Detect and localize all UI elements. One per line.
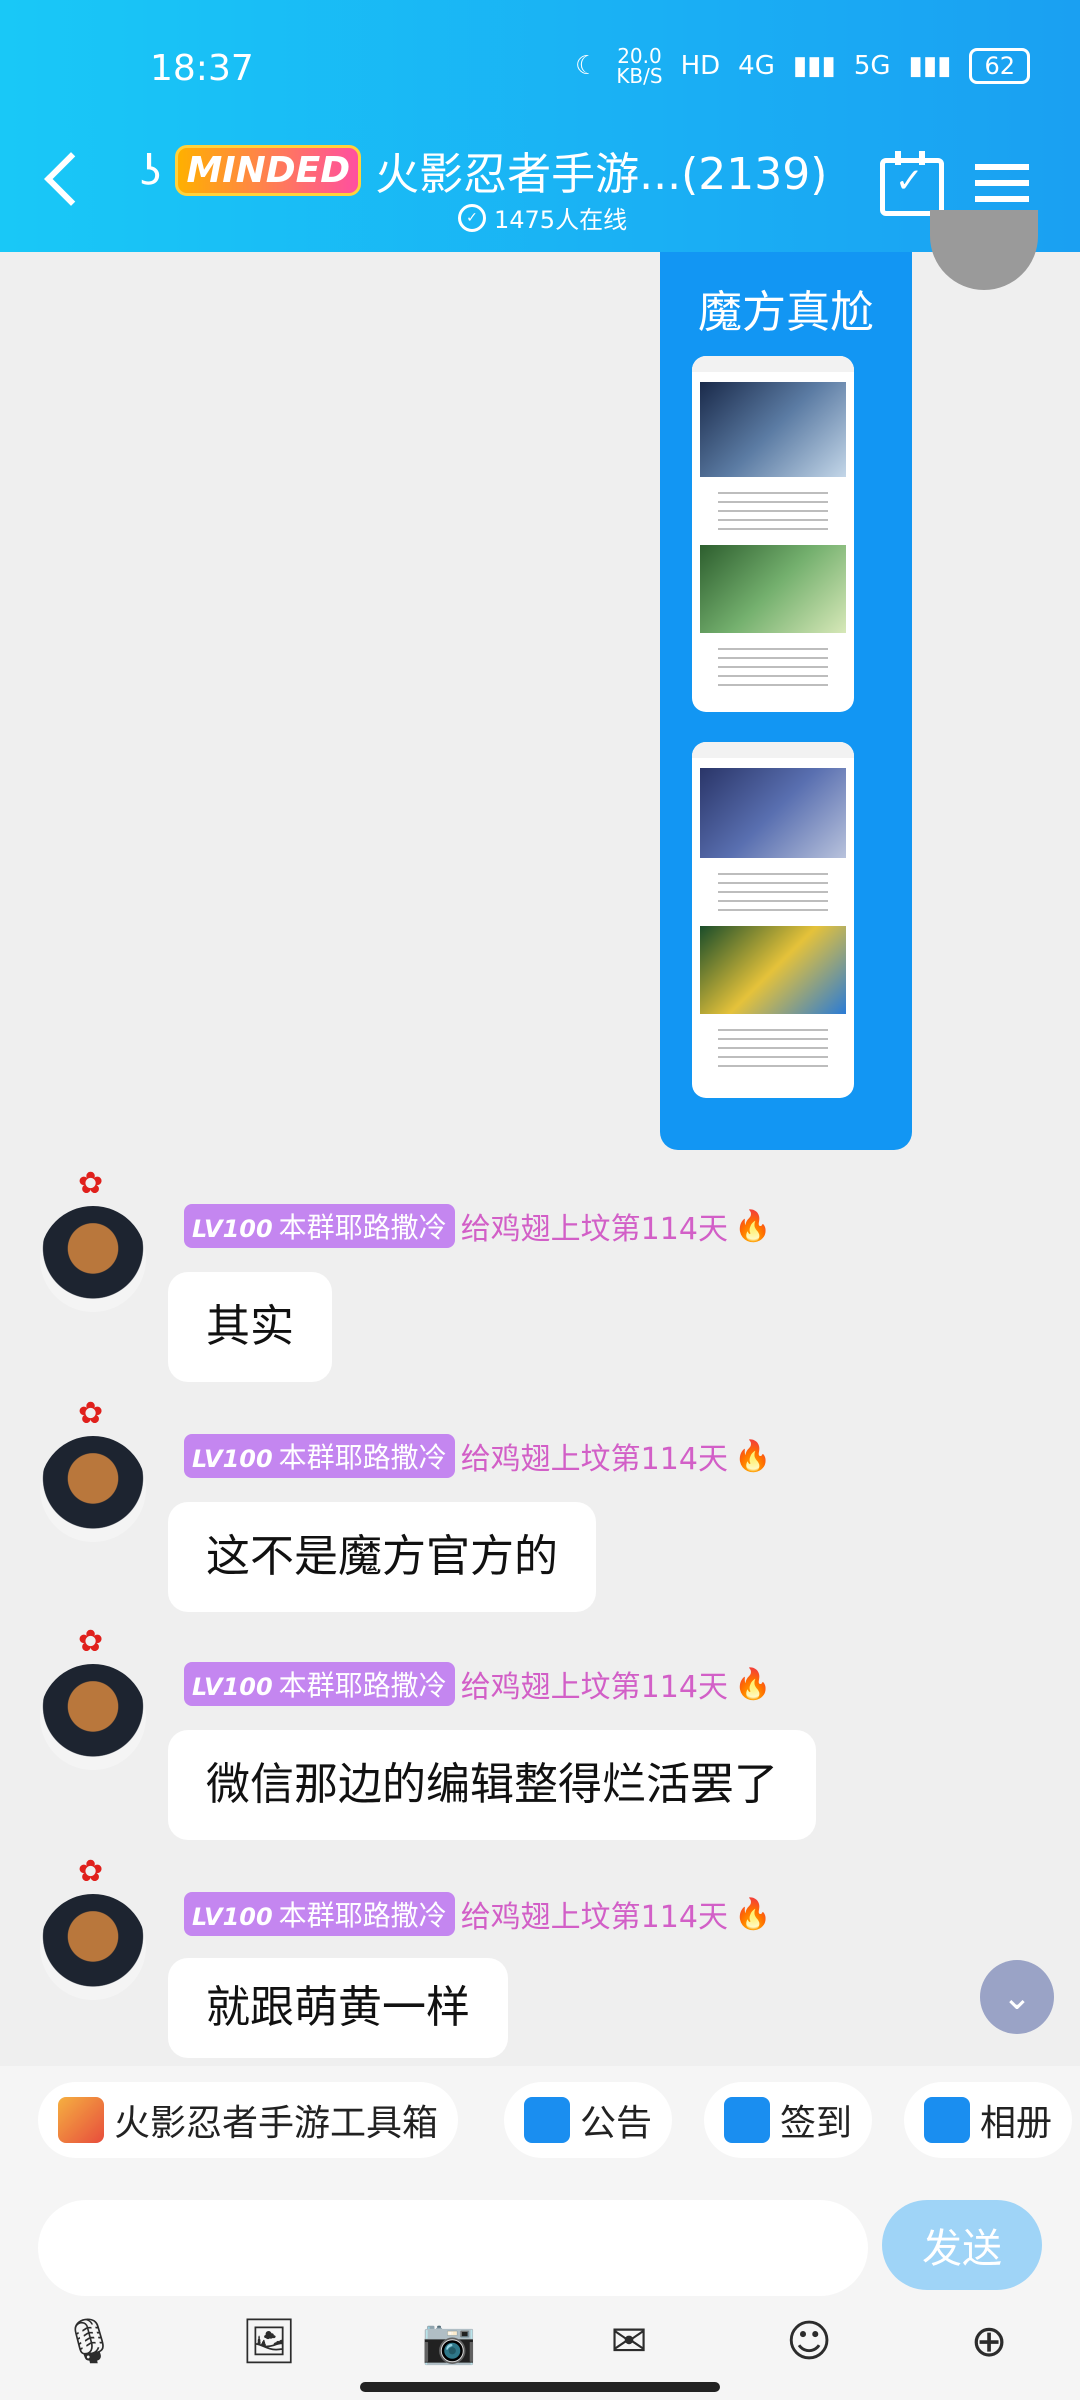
toolbox-icon (58, 2097, 104, 2143)
toolbox-chip[interactable]: 火影忍者手游工具箱 (38, 2082, 459, 2158)
quick-actions-bar: 火影忍者手游工具箱 公告 签到 相册 (0, 2066, 1080, 2186)
battery-indicator: 62 (969, 48, 1030, 84)
checkin-chip[interactable]: 签到 (704, 2082, 873, 2158)
flower-icon: ✿ (78, 1166, 104, 1201)
ear-icon: ʖ (140, 145, 162, 195)
back-icon[interactable] (44, 152, 98, 206)
flower-icon: ✿ (78, 1624, 104, 1659)
microphone-icon[interactable]: 🎙 (56, 2308, 122, 2374)
screenshot-image[interactable] (692, 356, 854, 712)
gallery-icon[interactable]: 🖼 (236, 2308, 302, 2374)
online-count: ✓ 1475人在线 (458, 200, 627, 235)
notice-chip[interactable]: 公告 (504, 2082, 673, 2158)
calendar-check-icon[interactable] (880, 151, 944, 216)
status-time: 18:37 (150, 48, 254, 89)
sender-title: 给鸡翅上坟第114天 (460, 1212, 728, 1247)
screenshot-image[interactable] (692, 742, 854, 1098)
avatar[interactable] (40, 1894, 146, 2000)
app-header: 18:37 ☾ 20.0 KB/S HD 4G ▮▮▮ 5G ▮▮▮ 62 ʖ … (0, 0, 1080, 252)
text-message[interactable]: 这不是魔方官方的 (168, 1502, 596, 1612)
signal-icon: ▮▮▮ (792, 51, 836, 81)
sender-tagline: LV100 本群耶路撒冷 给鸡翅上坟第114天 🔥 (184, 1662, 771, 1706)
flower-icon: ✿ (78, 1396, 104, 1431)
red-packet-icon[interactable]: ✉ (596, 2308, 662, 2374)
sender-title: 给鸡翅上坟第114天 (460, 1670, 728, 1705)
signal-icon-2: ▮▮▮ (908, 51, 952, 81)
moon-icon: ☾ (575, 51, 599, 81)
input-row: 发送 (0, 2186, 1080, 2296)
fire-icon: 🔥 (733, 1208, 772, 1244)
home-indicator[interactable] (360, 2382, 720, 2392)
fire-icon: 🔥 (733, 1666, 772, 1702)
avatar[interactable] (40, 1206, 146, 1312)
net-speed: 20.0 KB/S (616, 44, 663, 88)
sender-tagline: LV100 本群耶路撒冷 给鸡翅上坟第114天 🔥 (184, 1204, 771, 1248)
scroll-down-button[interactable]: ⌄ (980, 1960, 1054, 2034)
menu-icon[interactable] (975, 164, 1029, 170)
album-chip[interactable]: 相册 (904, 2082, 1073, 2158)
fire-icon: 🔥 (733, 1438, 772, 1474)
checkin-icon (724, 2097, 770, 2143)
level-badge: LV100 本群耶路撒冷 (184, 1434, 455, 1478)
notice-icon (524, 2097, 570, 2143)
level-badge: LV100 本群耶路撒冷 (184, 1892, 455, 1936)
sender-tagline: LV100 本群耶路撒冷 给鸡翅上坟第114天 🔥 (184, 1892, 771, 1936)
send-button[interactable]: 发送 (882, 2200, 1042, 2290)
status-icons: ☾ 20.0 KB/S HD 4G ▮▮▮ 5G ▮▮▮ 62 (575, 46, 1030, 86)
minded-logo: MINDED (175, 144, 362, 196)
level-badge: LV100 本群耶路撒冷 (184, 1204, 455, 1248)
hd-badge: HD (680, 51, 721, 81)
image-message-bubble[interactable]: 魔方真尬 (660, 252, 912, 1150)
text-message[interactable]: 微信那边的编辑整得烂活罢了 (168, 1730, 816, 1840)
avatar[interactable] (930, 210, 1038, 290)
image-bubble-title: 魔方真尬 (698, 287, 874, 338)
signal-5g: 5G (853, 51, 891, 81)
group-title-row[interactable]: ʖ MINDED 火影忍者手游...(2139) (140, 138, 827, 202)
sender-tagline: LV100 本群耶路撒冷 给鸡翅上坟第114天 🔥 (184, 1434, 771, 1478)
plus-icon[interactable]: ⊕ (956, 2308, 1022, 2374)
check-circle-icon: ✓ (458, 203, 486, 232)
message-input[interactable] (38, 2200, 868, 2296)
camera-icon[interactable]: 📷 (416, 2308, 482, 2374)
flower-icon: ✿ (78, 1854, 104, 1889)
level-badge: LV100 本群耶路撒冷 (184, 1662, 455, 1706)
sender-title: 给鸡翅上坟第114天 (460, 1900, 728, 1935)
signal-4g: 4G (738, 51, 775, 81)
fire-icon: 🔥 (733, 1896, 772, 1932)
emoji-icon[interactable]: ☺ (776, 2308, 842, 2374)
text-message[interactable]: 其实 (168, 1272, 332, 1382)
group-title[interactable]: 火影忍者手游...(2139) (375, 138, 827, 202)
avatar[interactable] (40, 1664, 146, 1770)
chevron-down-icon: ⌄ (1001, 1976, 1033, 2018)
sender-title: 给鸡翅上坟第114天 (460, 1442, 728, 1477)
text-message[interactable]: 就跟萌黄一样 (168, 1958, 508, 2058)
avatar[interactable] (40, 1436, 146, 1542)
album-icon (924, 2097, 970, 2143)
